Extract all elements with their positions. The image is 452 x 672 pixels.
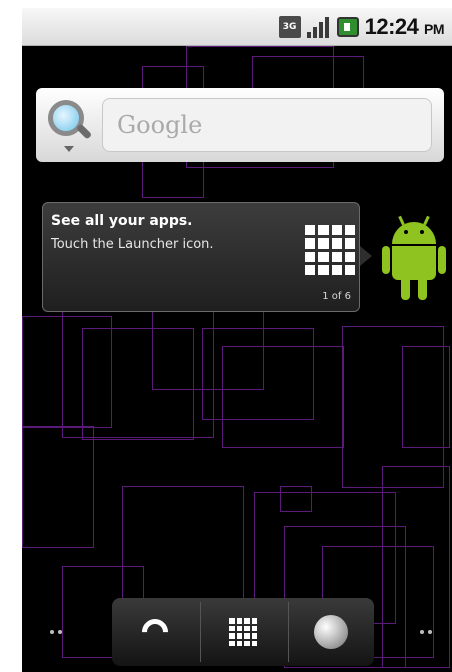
search-icon-handle	[75, 123, 93, 140]
launcher-grid-icon	[229, 618, 257, 646]
tooltip-page-indicator: 1 of 6	[322, 291, 351, 302]
phone-frame: 3G 12:24 PM Google See all your apps. To…	[0, 0, 452, 672]
clock-ampm: PM	[424, 21, 445, 37]
wallpaper-line	[280, 486, 312, 512]
phone-icon	[136, 613, 174, 651]
app-grid-icon	[305, 225, 355, 275]
browser-button[interactable]	[288, 598, 374, 666]
launcher-button[interactable]	[200, 598, 286, 666]
signal-icon	[306, 16, 331, 38]
search-button[interactable]	[44, 96, 93, 154]
home-screen: Google See all your apps. Touch the Laun…	[22, 46, 452, 672]
wallpaper-line	[222, 346, 344, 448]
launcher-hint-tooltip[interactable]: See all your apps. Touch the Launcher ic…	[42, 202, 360, 312]
search-input[interactable]: Google	[102, 98, 432, 152]
wallpaper-line	[22, 426, 94, 548]
browser-globe-icon	[314, 615, 348, 649]
chevron-down-icon	[64, 146, 74, 152]
google-search-widget[interactable]: Google	[36, 88, 444, 162]
wallpaper-line	[382, 466, 450, 668]
clock-time: 12:24	[364, 14, 419, 39]
tooltip-title: See all your apps.	[51, 213, 193, 229]
3g-icon: 3G	[278, 16, 301, 38]
android-mascot-icon[interactable]	[382, 215, 446, 302]
page-indicator-left[interactable]	[50, 630, 62, 634]
tooltip-body: Touch the Launcher icon.	[51, 237, 214, 252]
status-icons: 3G 12:24 PM	[278, 12, 445, 42]
tooltip-arrow	[360, 246, 372, 266]
status-bar: 3G 12:24 PM	[22, 8, 452, 46]
page-indicator-right[interactable]	[420, 630, 432, 634]
clock: 12:24 PM	[364, 14, 445, 40]
dock	[112, 598, 374, 666]
wallpaper-line	[402, 346, 450, 448]
battery-icon	[336, 17, 359, 37]
network-label: 3G	[282, 22, 297, 32]
phone-button[interactable]	[112, 598, 198, 666]
